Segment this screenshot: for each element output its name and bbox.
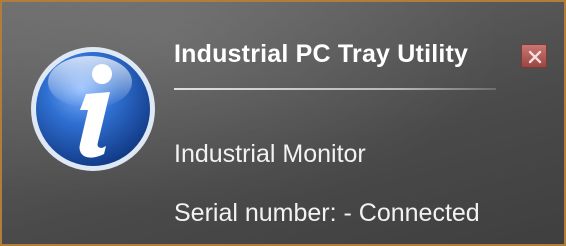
device-name: Industrial Monitor (174, 140, 366, 168)
info-icon (28, 44, 158, 174)
tray-notification[interactable]: Industrial PC Tray Utility Industrial Mo… (0, 0, 566, 246)
connection-status: Serial number: - Connected (174, 199, 480, 227)
title-divider (174, 88, 496, 90)
close-button[interactable] (521, 44, 547, 68)
close-icon (528, 50, 542, 64)
notification-title: Industrial PC Tray Utility (174, 40, 469, 68)
